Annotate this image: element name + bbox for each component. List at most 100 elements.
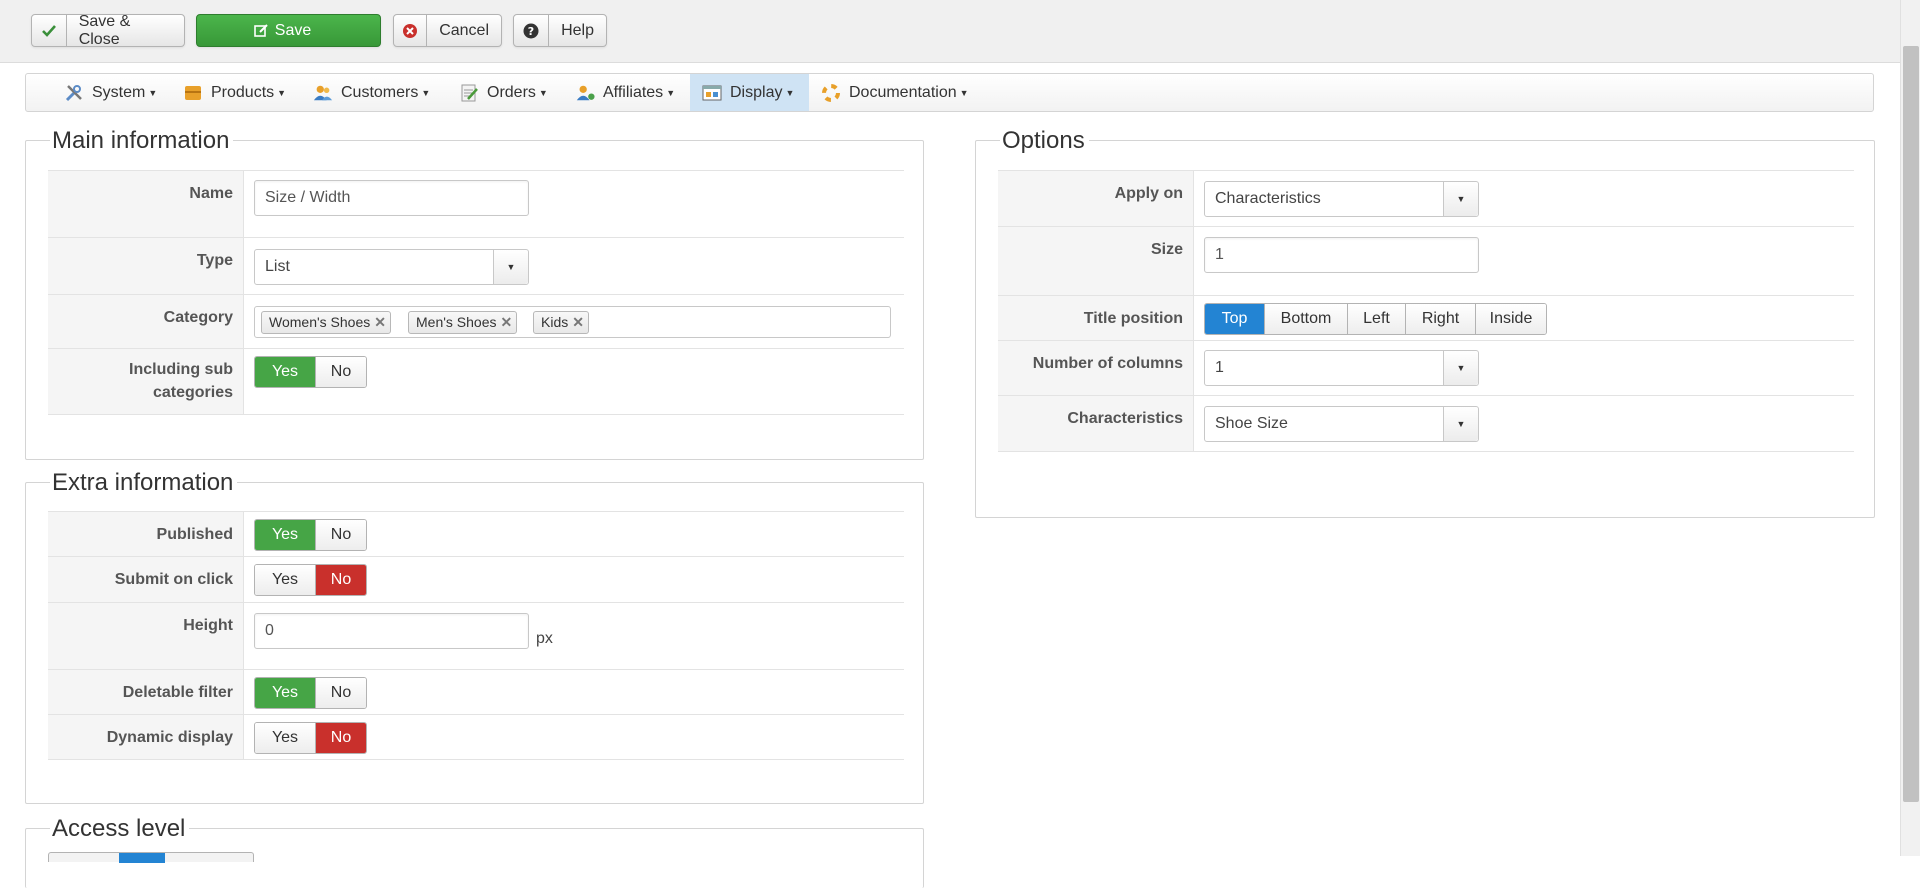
help-label: Help — [561, 21, 594, 39]
no-option[interactable]: No — [315, 678, 366, 708]
title-position-right[interactable]: Right — [1405, 304, 1475, 334]
yes-option[interactable]: Yes — [255, 723, 315, 753]
menu-orders[interactable]: Orders ▼ — [459, 74, 548, 111]
category-tag: Women's Shoes ✕ — [261, 311, 391, 334]
no-option[interactable]: No — [315, 357, 366, 387]
yes-option[interactable]: Yes — [255, 565, 315, 595]
sub-categories-row: Including sub categories Yes No — [48, 348, 904, 415]
apply-on-row: Apply on Characteristics ▼ — [998, 170, 1854, 226]
menu-system[interactable]: System ▼ — [64, 74, 157, 111]
access-level-legend: Access level — [50, 815, 190, 843]
cancel-label: Cancel — [439, 21, 489, 39]
characteristics-row: Characteristics Shoe Size ▼ — [998, 395, 1854, 452]
users-icon — [313, 83, 333, 103]
number-of-columns-value: 1 — [1215, 359, 1224, 376]
height-input[interactable]: 0 — [254, 613, 529, 649]
chevron-down-icon: ▼ — [538, 87, 548, 98]
name-input[interactable]: Size / Width — [254, 180, 529, 216]
page-scrollbar[interactable] — [1900, 0, 1920, 856]
title-position-bottom[interactable]: Bottom — [1264, 304, 1347, 334]
number-of-columns-select[interactable]: 1 ▼ — [1204, 350, 1479, 386]
type-select-value: List — [265, 258, 290, 275]
main-information-fieldset: Main information Name Size / Width Type … — [25, 127, 924, 460]
yes-option[interactable]: Yes — [255, 678, 315, 708]
deletable-filter-toggle[interactable]: Yes No — [254, 677, 367, 709]
sub-categories-label-line1: Including sub — [129, 361, 233, 378]
yes-option[interactable]: Yes — [255, 520, 315, 550]
height-row: Height 0 px — [48, 602, 904, 669]
no-option[interactable]: No — [315, 565, 366, 595]
toolbar: Save & Close Save Cancel ? Help — [0, 0, 1900, 63]
chevron-down-icon[interactable]: ▼ — [1443, 351, 1478, 385]
options-legend: Options — [1000, 127, 1089, 155]
remove-icon[interactable]: ✕ — [374, 314, 386, 330]
access-level-fieldset: Access level — [25, 815, 924, 888]
category-tag-input[interactable]: Women's Shoes ✕ Men's Shoes ✕ Kids ✕ — [254, 306, 891, 338]
type-label: Type — [48, 238, 244, 294]
menu-affiliates[interactable]: Affiliates ▼ — [575, 74, 675, 111]
chevron-down-icon: ▼ — [959, 87, 969, 98]
cancel-button[interactable]: Cancel — [393, 14, 502, 47]
menu-orders-label: Orders — [487, 83, 536, 101]
name-label: Name — [48, 171, 244, 237]
remove-icon[interactable]: ✕ — [501, 314, 513, 330]
characteristics-select-value: Shoe Size — [1215, 415, 1288, 432]
remove-icon[interactable]: ✕ — [572, 314, 584, 330]
category-tag: Kids ✕ — [533, 311, 589, 334]
size-label: Size — [998, 227, 1194, 295]
yes-option[interactable]: Yes — [255, 357, 315, 387]
no-option[interactable]: No — [315, 520, 366, 550]
menu-products[interactable]: Products ▼ — [183, 74, 286, 111]
apply-on-select-value: Characteristics — [1215, 190, 1321, 207]
category-tag-label: Kids — [541, 314, 569, 330]
size-input[interactable]: 1 — [1204, 237, 1479, 273]
title-position-label: Title position — [998, 296, 1194, 340]
number-of-columns-label: Number of columns — [998, 341, 1194, 395]
menu-display[interactable]: Display ▼ — [690, 74, 809, 111]
access-level-active-option[interactable] — [119, 853, 165, 863]
height-unit: px — [536, 630, 553, 647]
save-close-button[interactable]: Save & Close — [31, 12, 185, 48]
box-icon — [183, 83, 203, 103]
access-level-toggle[interactable] — [48, 852, 254, 863]
title-position-toggle[interactable]: Top Bottom Left Right Inside — [1204, 303, 1547, 335]
dynamic-display-toggle[interactable]: Yes No — [254, 722, 367, 754]
chevron-down-icon: ▼ — [148, 87, 158, 98]
help-button[interactable]: ? Help — [513, 14, 607, 47]
sub-categories-label: Including sub categories — [48, 349, 244, 414]
chevron-down-icon[interactable]: ▼ — [1443, 182, 1478, 216]
submit-on-click-toggle[interactable]: Yes No — [254, 564, 367, 596]
affiliates-icon — [575, 83, 595, 103]
menu-customers[interactable]: Customers ▼ — [313, 74, 430, 111]
apply-on-select[interactable]: Characteristics ▼ — [1204, 181, 1479, 217]
title-position-top[interactable]: Top — [1205, 304, 1264, 334]
question-icon: ? — [514, 15, 550, 46]
published-toggle[interactable]: Yes No — [254, 519, 367, 551]
save-label: Save — [274, 21, 312, 39]
no-option[interactable]: No — [315, 723, 366, 753]
svg-text:?: ? — [528, 25, 534, 38]
save-close-label: Save & Close — [78, 12, 131, 48]
number-of-columns-row: Number of columns 1 ▼ — [998, 340, 1854, 395]
title-position-left[interactable]: Left — [1347, 304, 1405, 334]
check-icon — [32, 15, 67, 46]
apply-on-label: Apply on — [998, 171, 1194, 226]
title-position-inside[interactable]: Inside — [1475, 304, 1546, 334]
deletable-filter-label: Deletable filter — [48, 670, 244, 714]
deletable-filter-row: Deletable filter Yes No — [48, 669, 904, 714]
height-label: Height — [48, 603, 244, 669]
extra-information-legend: Extra information — [50, 469, 238, 497]
menu-documentation[interactable]: Documentation ▼ — [821, 74, 969, 111]
edit-icon — [253, 23, 269, 38]
scrollbar-thumb[interactable] — [1903, 46, 1919, 802]
dynamic-display-label: Dynamic display — [48, 715, 244, 759]
cancel-icon — [394, 15, 428, 46]
category-tag-label: Women's Shoes — [269, 314, 371, 330]
chevron-down-icon[interactable]: ▼ — [493, 250, 528, 284]
type-select[interactable]: List ▼ — [254, 249, 529, 285]
save-button[interactable]: Save — [196, 14, 381, 47]
chevron-down-icon: ▼ — [277, 87, 287, 98]
sub-categories-toggle[interactable]: Yes No — [254, 356, 367, 388]
characteristics-select[interactable]: Shoe Size ▼ — [1204, 406, 1479, 442]
chevron-down-icon[interactable]: ▼ — [1443, 407, 1478, 441]
